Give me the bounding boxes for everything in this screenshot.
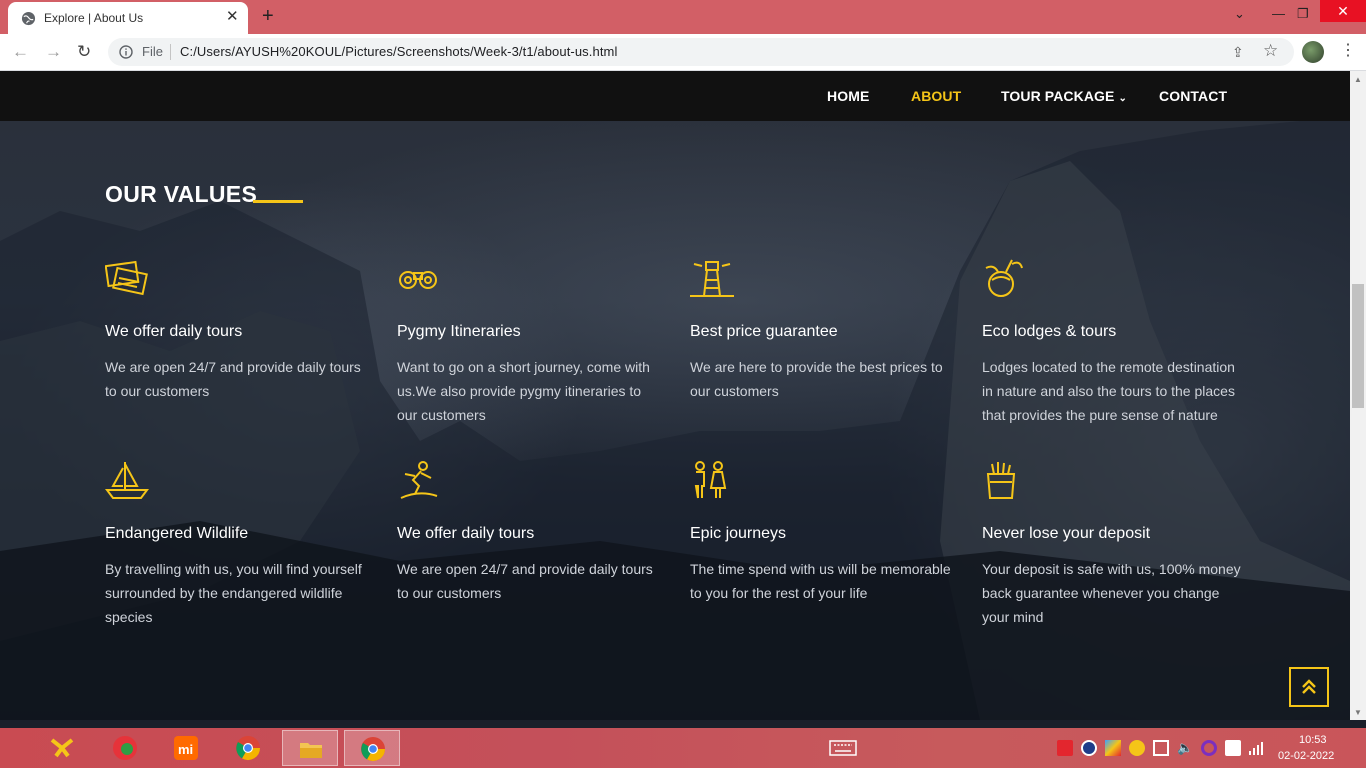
surfer-icon xyxy=(400,461,438,499)
back-to-top-button[interactable] xyxy=(1289,667,1329,707)
nav-tour-package[interactable]: TOUR PACKAGE ⌄ xyxy=(1001,88,1127,104)
clock-date[interactable]: 02-02-2022 xyxy=(1278,750,1334,762)
page-scrollbar[interactable]: ▲ ▼ xyxy=(1350,71,1366,720)
taskbar-app-uc[interactable] xyxy=(97,730,153,766)
photos-tray-icon[interactable] xyxy=(1105,740,1121,756)
language-tray-icon[interactable] xyxy=(1225,740,1241,756)
value-title: We offer daily tours xyxy=(105,323,243,340)
info-icon[interactable] xyxy=(119,45,133,59)
new-tab-button[interactable]: + xyxy=(262,5,274,27)
network-tray-icon[interactable] xyxy=(1129,740,1145,756)
double-chevron-up-icon xyxy=(1302,679,1316,694)
value-text: Your deposit is safe with us, 100% money… xyxy=(982,561,1241,625)
value-text: Want to go on a short journey, come with… xyxy=(397,359,650,423)
section-title: OUR VALUES xyxy=(105,181,258,207)
tickets-icon xyxy=(105,260,148,296)
chrome-icon xyxy=(361,737,385,762)
share-icon[interactable]: ⇪ xyxy=(1232,44,1244,61)
value-title: We offer daily tours xyxy=(397,525,535,542)
svg-text:mi: mi xyxy=(178,742,193,757)
nav-about[interactable]: ABOUT xyxy=(911,88,961,104)
browser-menu-icon[interactable]: ⋮ xyxy=(1340,40,1356,62)
tab-title: Explore | About Us xyxy=(44,11,144,25)
taskbar-app-xodo[interactable] xyxy=(34,730,90,766)
browser-tab[interactable]: Explore | About Us ✕ xyxy=(8,2,248,34)
chevron-down-icon: ⌄ xyxy=(1118,93,1127,104)
chrome-icon xyxy=(236,736,260,761)
value-title: Best price guarantee xyxy=(690,323,838,340)
uc-browser-icon xyxy=(113,736,137,760)
url-text[interactable]: C:/Users/AYUSH%20KOUL/Pictures/Screensho… xyxy=(180,44,617,59)
lighthouse-icon xyxy=(690,261,734,297)
scroll-up-arrow-icon[interactable]: ▲ xyxy=(1354,75,1362,84)
value-title: Eco lodges & tours xyxy=(982,323,1117,340)
value-text: We are open 24/7 and provide daily tours… xyxy=(397,561,653,601)
page-viewport: HOME ABOUT TOUR PACKAGE ⌄ CONTACT OUR VA… xyxy=(0,71,1350,720)
value-text: Lodges located to the remote destination… xyxy=(982,359,1235,423)
coconut-drink-icon xyxy=(985,259,1023,297)
reload-button[interactable]: ↻ xyxy=(77,42,91,62)
browser-tab-strip: Explore | About Us ✕ + ⌄ — ❐ ✕ xyxy=(0,0,1366,34)
volume-icon[interactable]: 🔈 xyxy=(1177,740,1193,756)
fries-icon xyxy=(986,462,1016,499)
battery-icon[interactable] xyxy=(1153,740,1169,756)
restore-button[interactable]: ❐ xyxy=(1297,4,1309,24)
tray-app-icon[interactable] xyxy=(1057,740,1073,756)
value-title: Never lose your deposit xyxy=(982,525,1151,542)
couple-icon xyxy=(694,461,727,499)
nav-contact[interactable]: CONTACT xyxy=(1159,88,1227,104)
site-header: HOME ABOUT TOUR PACKAGE ⌄ CONTACT xyxy=(0,71,1350,121)
values-section: OUR VALUES We offer daily tours We are o… xyxy=(0,121,1350,720)
onedrive-tray-icon[interactable] xyxy=(1201,740,1217,756)
mi-app-icon: mi xyxy=(174,736,198,760)
taskbar-app-file-explorer[interactable] xyxy=(282,730,338,766)
window-close-button[interactable]: ✕ xyxy=(1320,0,1366,22)
nav-home[interactable]: HOME xyxy=(827,88,869,104)
xodo-app-icon xyxy=(50,738,74,758)
value-text: We are open 24/7 and provide daily tours… xyxy=(105,359,361,399)
back-button[interactable]: ← xyxy=(12,42,29,62)
address-bar[interactable]: File C:/Users/AYUSH%20KOUL/Pictures/Scre… xyxy=(108,38,1294,66)
taskbar-app-chrome[interactable] xyxy=(220,730,276,766)
value-text: The time spend with us will be memorable… xyxy=(690,561,951,601)
keyboard-icon[interactable] xyxy=(829,740,857,756)
globe-icon xyxy=(21,11,36,26)
file-label: File xyxy=(142,44,163,59)
bookmark-star-icon[interactable]: ☆ xyxy=(1263,41,1278,61)
tab-search-icon[interactable]: ⌄ xyxy=(1234,4,1245,24)
taskbar-app-chrome-active[interactable] xyxy=(344,730,400,766)
minimize-button[interactable]: — xyxy=(1272,4,1285,24)
value-text: By travelling with us, you will find you… xyxy=(105,561,362,625)
taskbar-app-mi[interactable]: mi xyxy=(158,730,214,766)
url-divider xyxy=(170,44,171,60)
value-text: We are here to provide the best prices t… xyxy=(690,359,943,399)
title-underline xyxy=(253,200,303,203)
value-title: Epic journeys xyxy=(690,525,787,542)
scrollbar-thumb[interactable] xyxy=(1352,284,1364,408)
folder-icon xyxy=(300,743,322,758)
windows-taskbar: mi 🔈 10:53 02-02-2022 xyxy=(0,728,1366,768)
search-tray-icon[interactable] xyxy=(1081,740,1097,756)
clock-time[interactable]: 10:53 xyxy=(1299,734,1327,746)
wifi-signal-icon[interactable] xyxy=(1248,740,1264,756)
value-title: Pygmy Itineraries xyxy=(397,323,521,340)
value-title: Endangered Wildlife xyxy=(105,525,249,542)
scroll-down-arrow-icon[interactable]: ▼ xyxy=(1354,708,1362,717)
tab-close-icon[interactable]: ✕ xyxy=(226,8,239,26)
browser-toolbar: ← → ↻ File C:/Users/AYUSH%20KOUL/Picture… xyxy=(0,34,1366,71)
binoculars-icon xyxy=(399,271,437,289)
nav-tour-package-label: TOUR PACKAGE xyxy=(1001,88,1115,104)
sailboat-icon xyxy=(105,462,149,499)
profile-avatar[interactable] xyxy=(1302,41,1324,63)
forward-button[interactable]: → xyxy=(45,42,62,62)
